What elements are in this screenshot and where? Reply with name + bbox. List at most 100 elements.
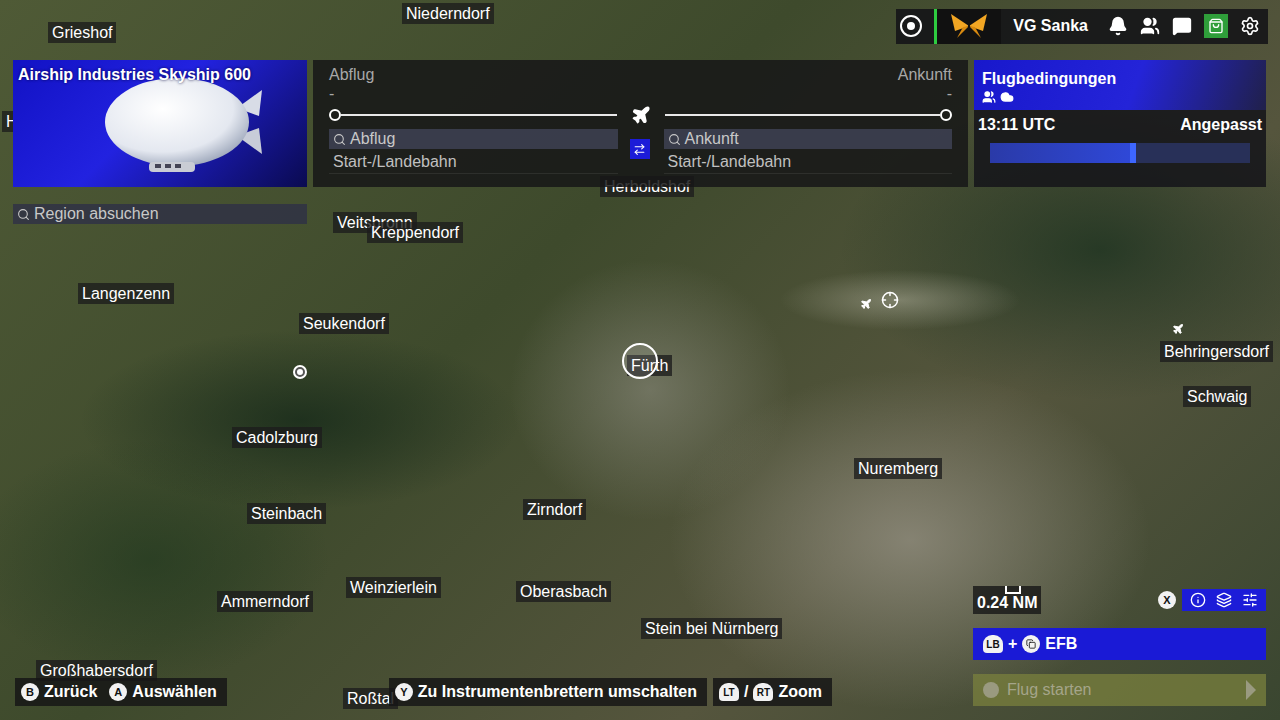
friends-icon[interactable] [1140, 16, 1160, 36]
route-track [329, 104, 952, 126]
cursor-icon [622, 343, 658, 379]
map-label[interactable]: Zirndorf [523, 499, 586, 520]
map-label[interactable]: Behringersdorf [1160, 341, 1273, 362]
view-icon [1026, 639, 1036, 649]
conditions-header: Flugbedingungen [974, 60, 1266, 110]
map-label[interactable]: Weinzierlein [346, 577, 441, 598]
track-start [329, 109, 341, 121]
username[interactable]: VG Sanka [1013, 17, 1088, 35]
scale-bar [1005, 586, 1021, 594]
menu-key-icon [983, 682, 999, 698]
departure-value: - [329, 85, 334, 103]
map-label[interactable]: Nuremberg [854, 458, 942, 479]
bell-icon[interactable] [1108, 16, 1128, 36]
track-plane [631, 105, 651, 125]
swap-button[interactable] [630, 139, 650, 159]
map-label[interactable]: Steinbach [247, 503, 326, 524]
gear-icon[interactable] [1240, 16, 1260, 36]
plane-marker[interactable] [859, 297, 873, 311]
control-group: LT/RTZoom [713, 678, 832, 706]
control-hint[interactable]: BZurück [21, 683, 97, 701]
map-label[interactable]: Kreppendorf [367, 222, 463, 243]
store-button[interactable] [1204, 14, 1228, 38]
arrival-fields: AnkunftStart-/Landebahn [664, 129, 953, 174]
header-row: VG Sanka [0, 0, 1280, 52]
control-group: BZurück AAuswählen [15, 678, 227, 706]
map-label[interactable]: Oberasbach [516, 581, 611, 602]
arrival-search[interactable]: Ankunft [664, 129, 953, 149]
view-key [1022, 635, 1040, 653]
map-label[interactable]: Cadolzburg [232, 427, 322, 448]
control-hint[interactable]: LT/RTZoom [719, 683, 822, 701]
trigger-key: LT [719, 683, 739, 701]
search-icon [333, 133, 346, 146]
map-label[interactable]: Grieshof [48, 22, 116, 43]
control-hint[interactable]: YZu Instrumentenbrettern umschalten [395, 683, 697, 701]
arrival-runway[interactable]: Start-/Landebahn [664, 151, 953, 174]
airport-marker[interactable] [880, 290, 900, 310]
info-icon[interactable] [1190, 592, 1206, 608]
arrival-label: Ankunft [898, 66, 952, 84]
time-text: 13:11 UTC [978, 116, 1055, 134]
control-hint[interactable]: AAuswählen [109, 683, 216, 701]
weather-icon [1000, 90, 1014, 104]
time-slider[interactable] [990, 143, 1250, 163]
panels-row: Airship Industries Skyship 600 Abflug Anku… [0, 52, 1280, 187]
profile-bar: VG Sanka [896, 9, 1268, 44]
filter-icon[interactable] [1242, 592, 1258, 608]
trigger-key: LB [983, 635, 1003, 653]
map-label[interactable]: Langenzenn [78, 283, 174, 304]
controls-bar: BZurück AAuswählen YZu Instrumentenbretter… [15, 678, 832, 706]
key-separator: / [744, 683, 748, 701]
plane-icon [631, 105, 651, 125]
slider-thumb[interactable] [1130, 143, 1136, 163]
preset-text: Angepasst [1180, 116, 1262, 134]
departure-search[interactable]: Abflug [329, 129, 618, 149]
map-tools-box[interactable] [1182, 589, 1266, 611]
route-fields: AbflugStart-/LandebahnAnkunftStart-/Land… [329, 129, 952, 174]
region-search[interactable]: Region absuchen [13, 204, 307, 224]
avatar[interactable] [934, 9, 1001, 44]
plane-marker[interactable] [1171, 322, 1185, 336]
map-label[interactable]: Ammerndorf [217, 591, 313, 612]
layers-icon[interactable] [1216, 592, 1232, 608]
swap-icon [633, 143, 646, 156]
conditions-body: 13:11 UTC Angepasst [974, 110, 1266, 171]
plane-icon [1172, 323, 1184, 335]
plane-icon [860, 298, 872, 310]
poi-marker[interactable] [290, 362, 310, 382]
departure-runway[interactable]: Start-/Landebahn [329, 151, 618, 174]
departure-fields: AbflugStart-/Landebahn [329, 129, 618, 174]
aircraft-name: Airship Industries Skyship 600 [18, 66, 302, 84]
butterfly-icon [947, 11, 991, 41]
search-icon [17, 208, 30, 221]
map-label[interactable]: Schwaig [1183, 386, 1251, 407]
aircraft-card[interactable]: Airship Industries Skyship 600 [13, 60, 307, 187]
departure-label: Abflug [329, 66, 374, 84]
map-label[interactable]: Seukendorf [299, 313, 389, 334]
track-line [665, 114, 941, 116]
track-line [341, 114, 617, 116]
start-flight-button[interactable]: Flug starten [973, 674, 1266, 706]
blimp-icon [97, 68, 267, 183]
ui-overlay: VG Sanka Airship Industries Skyship 600 Ab… [0, 0, 1280, 720]
button-key: X [1158, 591, 1176, 609]
scale-row: 0.24 NMX [973, 586, 1266, 614]
store-icon [1208, 18, 1224, 34]
trigger-key: RT [753, 683, 773, 701]
map-label[interactable]: Niederndorf [402, 3, 494, 24]
rank-badge-icon[interactable] [900, 15, 922, 37]
players-icon [982, 90, 996, 104]
bottom-area: BZurück AAuswählen YZu Instrumentenbretter… [0, 586, 1280, 720]
cursor-marker[interactable] [622, 343, 658, 379]
track-end [940, 109, 952, 121]
right-column: 0.24 NMX LB+EFB Flug starten [973, 586, 1266, 706]
efb-button[interactable]: LB+EFB [973, 628, 1266, 660]
map-label[interactable]: Stein bei Nürnberg [641, 618, 782, 639]
flight-planner-screen: GrieshofNiederndorfHHerboldshofVeitsbron… [0, 0, 1280, 720]
chat-icon[interactable] [1172, 16, 1192, 36]
conditions-title: Flugbedingungen [982, 70, 1258, 88]
time-row: 13:11 UTC Angepasst [978, 116, 1262, 134]
route-values: -- [329, 85, 952, 103]
conditions-panel[interactable]: Flugbedingungen 13:11 UTC Angepasst [974, 60, 1266, 187]
